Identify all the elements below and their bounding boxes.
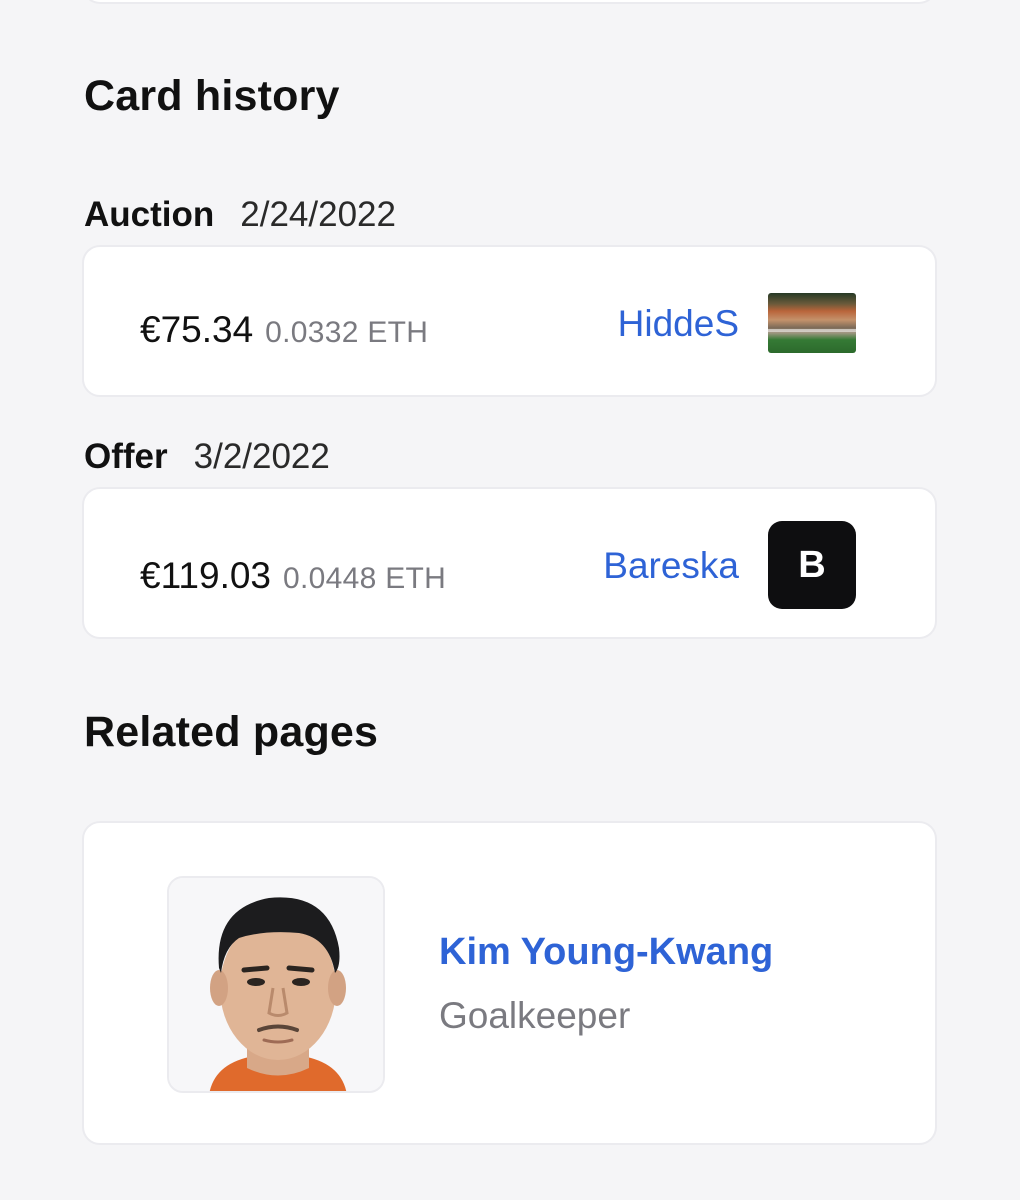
price-eur: €119.03	[140, 555, 271, 596]
history-entry-kind: Auction	[84, 195, 215, 234]
history-entry-card: €119.03 0.0448 ETH Bareska B	[82, 487, 937, 639]
price-eth: 0.0448 ETH	[283, 562, 447, 595]
user-link-bareska[interactable]: Bareska	[603, 545, 739, 587]
player-photo[interactable]	[167, 876, 385, 1093]
user-avatar-letter[interactable]: B	[768, 521, 856, 609]
player-name-link[interactable]: Kim Young-Kwang	[439, 931, 773, 974]
user-link-hiddes[interactable]: HiddeS	[618, 303, 739, 345]
price-eth: 0.0332 ETH	[265, 316, 429, 349]
player-portrait-icon	[169, 878, 383, 1091]
previous-card-bottom	[82, 0, 937, 4]
card-history-title: Card history	[84, 72, 340, 120]
related-player-card[interactable]: Kim Young-Kwang Goalkeeper	[82, 821, 937, 1145]
history-entry-label: Offer 3/2/2022	[84, 437, 330, 477]
history-entry-date: 2/24/2022	[240, 195, 396, 234]
player-position: Goalkeeper	[439, 995, 631, 1036]
price-block: €119.03 0.0448 ETH	[140, 555, 446, 597]
history-entry-label: Auction 2/24/2022	[84, 195, 396, 235]
user-avatar-image[interactable]	[768, 293, 856, 353]
price-block: €75.34 0.0332 ETH	[140, 309, 428, 351]
related-pages-title: Related pages	[84, 708, 379, 756]
history-entry-kind: Offer	[84, 437, 168, 476]
price-eur: €75.34	[140, 309, 254, 350]
history-entry-date: 3/2/2022	[193, 437, 330, 476]
history-entry-card: €75.34 0.0332 ETH HiddeS	[82, 245, 937, 397]
